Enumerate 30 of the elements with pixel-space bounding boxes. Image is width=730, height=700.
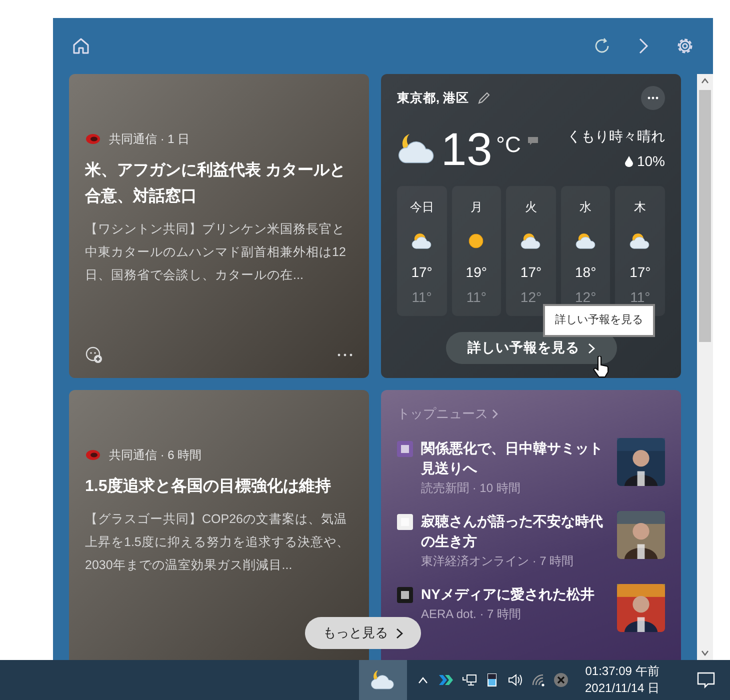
temperature-unit: °C: [496, 131, 521, 159]
news-meta: AERA dot. · 7 時間: [421, 606, 522, 622]
date-text: 2021/11/14 日: [585, 680, 660, 697]
high-temp: 17°: [520, 263, 542, 282]
news-meta: 読売新聞 · 10 時間: [421, 480, 522, 496]
day-label: 水: [580, 199, 592, 216]
news-meta: 共同通信 · 1 日: [109, 131, 190, 148]
location-label: 東京都, 港区: [397, 90, 469, 107]
day-label: 火: [524, 199, 537, 216]
high-temp: 19°: [466, 263, 487, 282]
summary-text: 【ワシントン共同】ブリンケン米国務長官と中東カタールのムハンマド副首相兼外相は12日、国務省で会談し、カタールの在...: [85, 221, 347, 284]
low-temp: 12°: [520, 288, 542, 307]
tooltip: 詳しい予報を見る: [543, 304, 655, 336]
low-temp: 11°: [466, 288, 486, 307]
low-temp: 11°: [630, 288, 650, 307]
low-temp: 12°: [575, 288, 596, 307]
high-temp: 17°: [630, 263, 651, 282]
temperature: 13: [441, 126, 492, 172]
news-meta: 共同通信 · 6 時間: [109, 447, 202, 464]
high-temp: 17°: [411, 263, 432, 282]
day-label: 木: [634, 199, 646, 216]
news-meta: 東洋経済オンライン · 7 時間: [421, 552, 575, 570]
high-temp: 18°: [575, 263, 596, 282]
day-label: 月: [470, 199, 482, 216]
time-text: 01:37:09 午前: [585, 663, 660, 680]
day-label: 今日: [410, 199, 434, 216]
low-temp: 11°: [412, 288, 432, 307]
condition-text: くもり時々晴れ: [567, 127, 665, 146]
precipitation-text: 10%: [636, 152, 665, 171]
summary-text: 【グラスゴー共同】COP26の文書案は、気温上昇を1.5度に抑える努力を追求する決意や、2030年までの温室効果ガス削減目...: [85, 511, 350, 574]
